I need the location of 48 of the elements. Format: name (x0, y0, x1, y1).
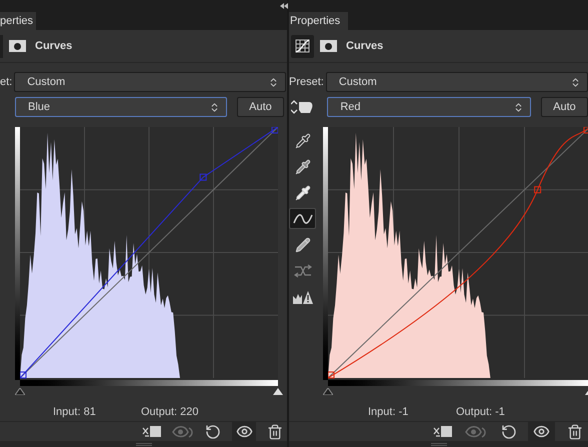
eye-arrow-icon (172, 424, 194, 440)
reset-icon (205, 424, 222, 440)
eye-icon (236, 423, 253, 440)
up-down-arrows-icon (209, 102, 220, 112)
input-readout: Input: 81 (53, 405, 97, 420)
curve-icon (292, 212, 312, 224)
output-readout: Output: 220 (141, 405, 198, 420)
clipping-warning-icon (292, 290, 312, 304)
curves-grid-icon (295, 39, 310, 53)
mask-icon-button[interactable] (320, 40, 337, 52)
preset-label: Preset: (289, 74, 324, 90)
panel-title: Curves (346, 38, 384, 54)
eyedropper-icon (294, 132, 310, 148)
eye-arrow-icon (464, 424, 486, 440)
crossed-arrows-icon (294, 264, 312, 278)
panel-footer-button[interactable] (528, 422, 555, 442)
panel-footer-button[interactable] (232, 422, 256, 442)
preset-label: et: (0, 74, 12, 90)
resize-grip[interactable] (430, 443, 446, 446)
resize-grip[interactable] (136, 443, 152, 446)
pencil-icon (294, 236, 310, 252)
clip-to-layer-icon (142, 424, 162, 440)
preset-dropdown[interactable]: Custom (326, 72, 588, 92)
hand-adjust-icon (291, 99, 313, 115)
preset-dropdown[interactable]: Custom (14, 72, 286, 92)
collapse-panel-icon[interactable] (280, 3, 288, 9)
auto-button[interactable]: Auto (237, 97, 284, 117)
eyedropper-icon (294, 158, 310, 174)
output-readout: Output: -1 (456, 405, 505, 420)
reset-icon (500, 424, 516, 440)
mask-icon-button[interactable] (9, 40, 26, 52)
channel-dropdown[interactable]: Blue (15, 97, 227, 117)
panel-tab[interactable]: Properties (289, 12, 348, 30)
panel-title: Curves (35, 38, 72, 54)
input-level-slider[interactable] (15, 388, 25, 395)
adjustment-icon-button[interactable] (291, 34, 314, 58)
eye-icon (533, 423, 550, 440)
trash-icon (566, 424, 582, 440)
trash-icon (266, 424, 283, 440)
eyedropper-icon (294, 184, 310, 200)
channel-dropdown[interactable]: Red (327, 97, 531, 117)
input-readout: Input: -1 (368, 405, 410, 420)
panel-tab[interactable]: perties (0, 12, 36, 30)
up-down-arrows-icon (513, 102, 524, 112)
clip-to-layer-icon (432, 424, 452, 440)
auto-button[interactable]: Auto (541, 97, 588, 117)
input-level-slider[interactable] (273, 388, 283, 395)
input-level-slider[interactable] (323, 388, 333, 395)
